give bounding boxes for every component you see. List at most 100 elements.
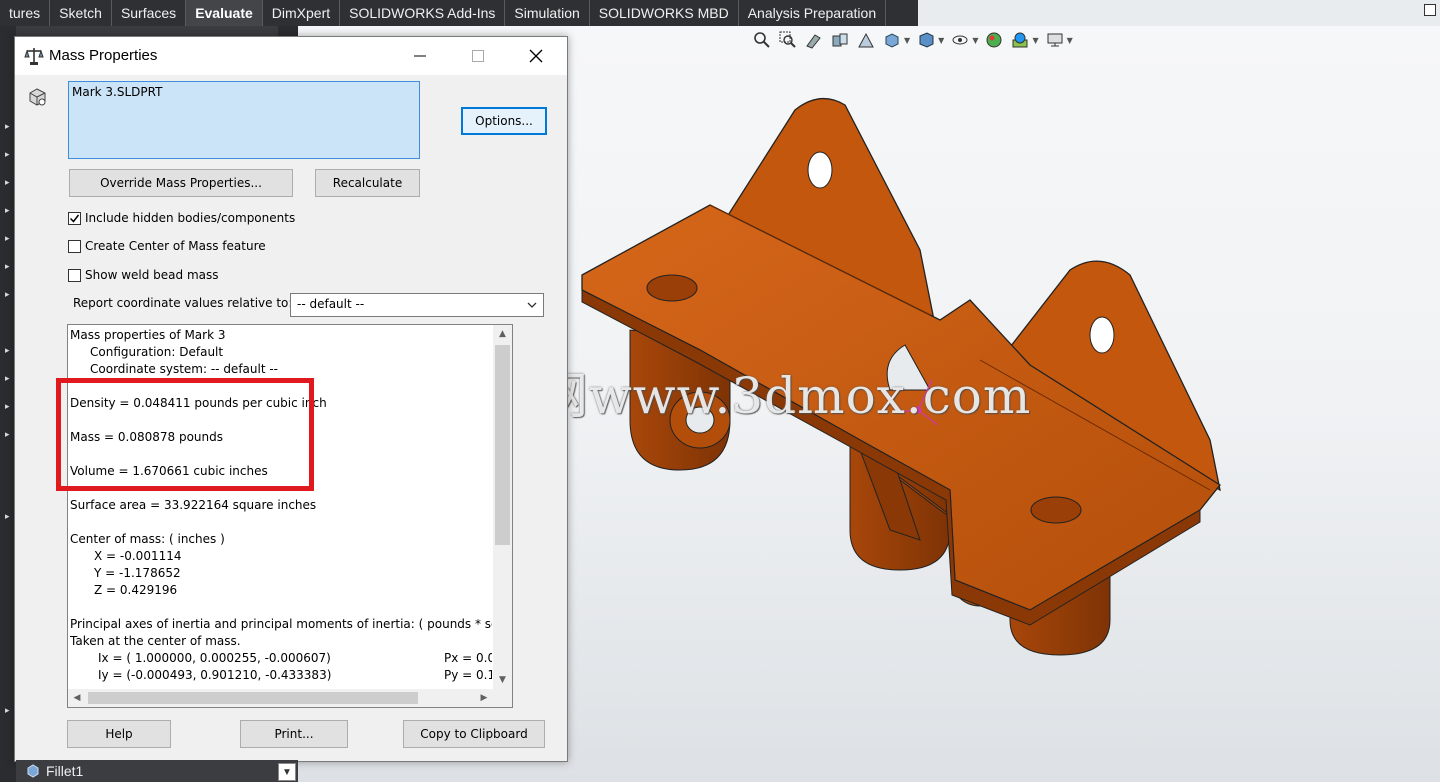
expand-arrow-icon[interactable]: ▸ (5, 150, 10, 160)
scroll-up-icon[interactable]: ▲ (493, 325, 512, 343)
scroll-corner (493, 689, 512, 707)
coordinate-system-value: -- default -- (297, 297, 365, 311)
edit-appearance-icon[interactable] (984, 30, 1004, 50)
hide-show-dropdown-icon[interactable]: ▼ (972, 36, 978, 45)
tab-evaluate[interactable]: Evaluate (186, 0, 263, 26)
zoom-to-area-icon[interactable] (778, 30, 798, 50)
apply-scene-dropdown-icon[interactable]: ▼ (1032, 36, 1038, 45)
results-vertical-scrollbar[interactable]: ▲ ▼ (493, 325, 512, 689)
results-configuration: Configuration: Default (90, 345, 224, 359)
view-orientation-dropdown-icon[interactable]: ▼ (904, 36, 910, 45)
close-icon (529, 49, 543, 63)
include-hidden-label: Include hidden bodies/components (85, 211, 296, 225)
close-button[interactable] (507, 37, 565, 75)
heads-up-view-toolbar: ▼ ▼ ▼ ▼ ▼ (752, 30, 1073, 50)
scroll-thumb[interactable] (495, 345, 510, 545)
display-style-dropdown-icon[interactable]: ▼ (938, 36, 944, 45)
expand-arrow-icon[interactable]: ▸ (5, 374, 10, 384)
results-com-z: Z = 0.429196 (94, 583, 178, 597)
dynamic-annotation-icon[interactable] (856, 30, 876, 50)
copy-to-clipboard-button[interactable]: Copy to Clipboard (403, 720, 545, 748)
view-settings-icon[interactable] (1045, 30, 1065, 50)
tree-item-fillet1[interactable]: Fillet1 ▼ (16, 760, 298, 782)
results-volume: Volume = 1.670661 cubic inches (70, 464, 268, 478)
scale-balance-icon (24, 48, 44, 65)
results-mass: Mass = 0.080878 pounds (70, 430, 224, 444)
checkbox-checked-icon[interactable] (68, 211, 81, 225)
selected-items-list[interactable]: Mark 3.SLDPRT (68, 81, 420, 159)
scroll-left-icon[interactable]: ◀ (68, 689, 86, 707)
tab-dimxpert[interactable]: DimXpert (263, 0, 341, 26)
tab-simulation[interactable]: Simulation (505, 0, 590, 26)
coordinate-system-select[interactable]: -- default -- (290, 293, 544, 317)
results-text: Mass properties of Mark 3 Configuration:… (70, 327, 492, 689)
create-com-checkbox[interactable]: Create Center of Mass feature (68, 239, 266, 253)
expand-arrow-icon[interactable]: ▸ (5, 206, 10, 216)
view-settings-dropdown-icon[interactable]: ▼ (1067, 36, 1073, 45)
report-coordinate-label: Report coordinate values relative to: (73, 296, 293, 310)
results-principal-header: Principal axes of inertia and principal … (70, 617, 492, 631)
help-button[interactable]: Help (67, 720, 171, 748)
minimize-button[interactable] (391, 37, 449, 75)
tab-features[interactable]: tures (0, 0, 51, 26)
results-com-x: X = -0.001114 (94, 549, 182, 563)
expand-arrow-icon[interactable]: ▸ (5, 234, 10, 244)
results-px: Px = 0.0 (444, 651, 492, 665)
command-manager-tabs: tures Sketch Surfaces Evaluate DimXpert … (0, 0, 918, 27)
tab-sketch[interactable]: Sketch (50, 0, 112, 26)
checkbox-unchecked-icon[interactable] (68, 239, 81, 253)
expand-arrow-icon[interactable]: ▸ (5, 346, 10, 356)
zoom-to-fit-icon[interactable] (752, 30, 772, 50)
display-style-icon[interactable] (916, 30, 936, 50)
results-header: Mass properties of Mark 3 (70, 328, 226, 342)
expand-arrow-icon[interactable]: ▸ (5, 512, 10, 522)
print-button[interactable]: Print... (240, 720, 348, 748)
expand-arrow-icon[interactable]: ▸ (5, 122, 10, 132)
results-com-header: Center of mass: ( inches ) (70, 532, 225, 546)
results-py: Py = 0.1 (444, 668, 492, 682)
tab-surfaces[interactable]: Surfaces (112, 0, 187, 26)
results-density: Density = 0.048411 pounds per cubic inch (70, 396, 327, 410)
chevron-down-icon[interactable]: ▼ (278, 763, 296, 781)
override-mass-properties-button[interactable]: Override Mass Properties... (69, 169, 293, 197)
expand-arrow-icon[interactable]: ▸ (5, 706, 10, 716)
select-component-icon[interactable] (27, 87, 49, 109)
maximize-icon (472, 50, 484, 62)
results-iy: Iy = (-0.000493, 0.901210, -0.433383) (98, 668, 332, 682)
results-horizontal-scrollbar[interactable]: ◀ ▶ (68, 689, 493, 707)
previous-view-icon[interactable] (804, 30, 824, 50)
apply-scene-icon[interactable] (1010, 30, 1030, 50)
expand-arrow-icon[interactable]: ▸ (5, 402, 10, 412)
mass-properties-results[interactable]: Mass properties of Mark 3 Configuration:… (67, 324, 513, 708)
chevron-down-icon (527, 302, 537, 308)
tab-analysis-preparation[interactable]: Analysis Preparation (739, 0, 887, 26)
tree-item-label: Fillet1 (46, 763, 84, 779)
view-orientation-icon[interactable] (882, 30, 902, 50)
dialog-titlebar[interactable]: Mass Properties (15, 37, 567, 75)
hide-show-items-icon[interactable] (950, 30, 970, 50)
scroll-thumb-horizontal[interactable] (88, 692, 418, 704)
results-com-y: Y = -1.178652 (94, 566, 181, 580)
options-button[interactable]: Options... (461, 107, 547, 135)
section-view-icon[interactable] (830, 30, 850, 50)
scroll-right-icon[interactable]: ▶ (475, 689, 493, 707)
expand-arrow-icon[interactable]: ▸ (5, 430, 10, 440)
results-ix: Ix = ( 1.000000, 0.000255, -0.000607) (98, 651, 331, 665)
tab-solidworks-addins[interactable]: SOLIDWORKS Add-Ins (340, 0, 506, 26)
maximize-button[interactable] (449, 37, 507, 75)
checkbox-unchecked-icon[interactable] (68, 268, 81, 282)
minimize-icon (414, 55, 426, 57)
create-com-label: Create Center of Mass feature (85, 239, 266, 253)
weld-bead-label: Show weld bead mass (85, 268, 219, 282)
weld-bead-checkbox[interactable]: Show weld bead mass (68, 268, 219, 282)
window-restore-icon[interactable] (1424, 4, 1436, 16)
expand-arrow-icon[interactable]: ▸ (5, 262, 10, 272)
results-surface-area: Surface area = 33.922164 square inches (70, 498, 317, 512)
expand-arrow-icon[interactable]: ▸ (5, 290, 10, 300)
include-hidden-checkbox[interactable]: Include hidden bodies/components (68, 211, 295, 225)
tab-solidworks-mbd[interactable]: SOLIDWORKS MBD (590, 0, 739, 26)
expand-arrow-icon[interactable]: ▸ (5, 178, 10, 188)
scroll-down-icon[interactable]: ▼ (493, 671, 512, 689)
mass-properties-dialog: Mass Properties Mark 3.SLDPRT Options...… (14, 36, 568, 762)
recalculate-button[interactable]: Recalculate (315, 169, 420, 197)
